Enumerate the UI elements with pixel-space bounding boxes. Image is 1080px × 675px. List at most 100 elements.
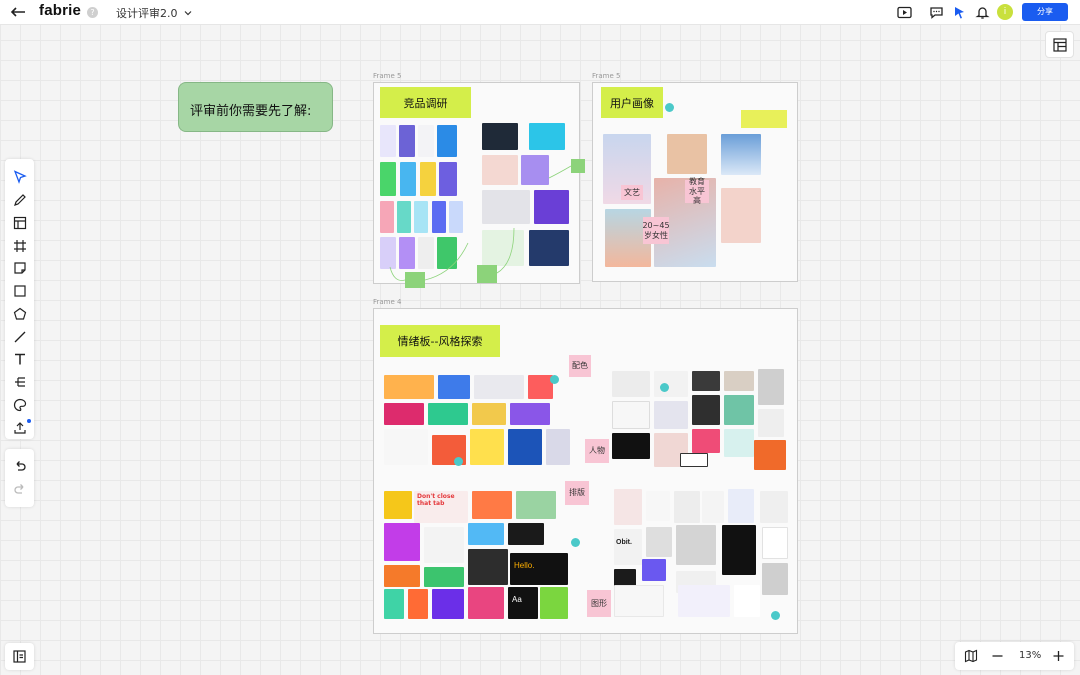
cursor-follow-icon[interactable] [952, 5, 967, 20]
people-image[interactable] [692, 371, 720, 391]
app-screen-11[interactable] [414, 201, 428, 233]
people-image[interactable] [680, 453, 708, 467]
sticky-note-tool[interactable] [12, 260, 27, 275]
app-screen-3[interactable] [418, 125, 434, 157]
color-swatch[interactable] [474, 375, 524, 399]
layout-image[interactable]: Hello. [510, 553, 568, 585]
present-icon[interactable] [897, 5, 912, 20]
app-screen-4[interactable] [437, 125, 457, 157]
color-swatch[interactable] [472, 403, 506, 425]
graphic-image[interactable] [676, 525, 716, 565]
select-tool[interactable] [12, 169, 27, 184]
rectangle-tool[interactable] [12, 283, 27, 298]
app-screen-25[interactable] [529, 230, 569, 266]
brand-logo[interactable]: fabrie [39, 2, 81, 19]
back-arrow-icon[interactable] [10, 5, 26, 19]
graphic-image[interactable] [614, 585, 664, 617]
people-image[interactable] [754, 440, 786, 470]
layout-image[interactable]: Aa [508, 587, 538, 619]
tag-color[interactable]: 配色 [569, 355, 591, 377]
graphic-image[interactable] [646, 527, 672, 557]
annotation-note[interactable] [477, 265, 497, 283]
layout-image[interactable] [424, 567, 464, 587]
minimap-icon[interactable] [964, 649, 978, 663]
app-screen-9[interactable] [380, 201, 394, 233]
graphic-image[interactable] [762, 563, 788, 595]
app-screen-18[interactable] [482, 123, 518, 150]
graphic-image[interactable] [762, 527, 788, 559]
mood-image-flowers[interactable] [721, 188, 761, 243]
text-tool[interactable] [12, 351, 27, 366]
app-screen-20[interactable] [482, 155, 518, 185]
color-swatch[interactable] [384, 429, 428, 465]
color-swatch[interactable] [428, 403, 468, 425]
frame-moodboard[interactable]: 情绪板--风格探索 配色 人物 Don't close that tab Hel… [373, 308, 798, 634]
graphic-image[interactable] [646, 491, 670, 521]
graphic-image[interactable] [678, 585, 730, 617]
tag-layout[interactable]: 排版 [565, 481, 589, 505]
comment-badge[interactable] [571, 538, 580, 547]
app-screen-8[interactable] [439, 162, 457, 196]
app-screen-7[interactable] [420, 162, 436, 196]
tag-wenyi[interactable]: 文艺 [621, 185, 643, 200]
app-screen-13[interactable] [449, 201, 463, 233]
comment-badge[interactable] [660, 383, 669, 392]
redo-button[interactable] [12, 482, 27, 497]
app-screen-17[interactable] [437, 237, 457, 269]
template-tool[interactable] [12, 215, 27, 230]
sticky-note[interactable]: 评审前你需要先了解: [178, 82, 333, 132]
undo-button[interactable] [12, 459, 27, 474]
app-screen-16[interactable] [418, 237, 434, 269]
annotation-note[interactable] [571, 159, 585, 173]
yellow-note[interactable] [741, 110, 787, 128]
layout-image[interactable] [384, 491, 412, 519]
app-screen-14[interactable] [380, 237, 396, 269]
people-image[interactable] [758, 369, 784, 405]
graphic-image[interactable] [674, 491, 700, 523]
layout-image[interactable] [540, 587, 568, 619]
people-image[interactable] [612, 433, 650, 459]
layout-image[interactable] [468, 587, 504, 619]
polygon-tool[interactable] [12, 306, 27, 321]
app-screen-22[interactable] [482, 190, 530, 224]
tag-education[interactable]: 教育水平高 [685, 177, 709, 205]
app-screen-23[interactable] [534, 190, 569, 224]
tag-graphics[interactable]: 图形 [587, 590, 611, 617]
portrait-image[interactable] [667, 134, 707, 174]
app-screen-5[interactable] [380, 162, 396, 196]
people-image[interactable] [612, 401, 650, 429]
zoom-level[interactable]: 13% [1019, 650, 1041, 661]
share-button[interactable]: 分享 [1022, 3, 1068, 21]
layout-image[interactable] [468, 523, 504, 545]
app-screen-2[interactable] [399, 125, 415, 157]
app-screen-15[interactable] [399, 237, 415, 269]
annotation-note[interactable] [405, 272, 425, 288]
bell-icon[interactable] [975, 5, 990, 20]
line-tool[interactable] [12, 329, 27, 344]
layout-image[interactable] [384, 589, 404, 619]
zoom-out-icon[interactable] [991, 649, 1004, 663]
color-swatch[interactable] [546, 429, 570, 465]
color-swatch[interactable] [384, 403, 424, 425]
color-palette-tool[interactable] [12, 397, 27, 412]
file-title-dropdown[interactable]: 设计评审2.0 [116, 5, 192, 21]
zoom-in-icon[interactable] [1052, 649, 1065, 663]
people-image[interactable] [724, 395, 754, 425]
color-swatch[interactable] [508, 429, 542, 465]
app-screen-19[interactable] [529, 123, 565, 150]
comment-icon[interactable] [929, 5, 944, 20]
color-swatch[interactable] [438, 375, 470, 399]
color-swatch[interactable] [384, 375, 434, 399]
sidebar-toggle-button[interactable] [5, 643, 34, 670]
people-image[interactable] [758, 409, 784, 437]
layout-image[interactable] [468, 549, 508, 585]
comment-badge[interactable] [550, 375, 559, 384]
frame-competitor[interactable]: 竞品调研 [373, 82, 585, 288]
comment-badge[interactable] [665, 103, 674, 112]
app-screen-21[interactable] [521, 155, 549, 185]
graphic-image[interactable] [760, 491, 788, 523]
people-image[interactable] [654, 401, 688, 429]
graphic-image[interactable] [702, 491, 724, 523]
tag-people[interactable]: 人物 [585, 439, 609, 463]
layout-image[interactable] [472, 491, 512, 519]
